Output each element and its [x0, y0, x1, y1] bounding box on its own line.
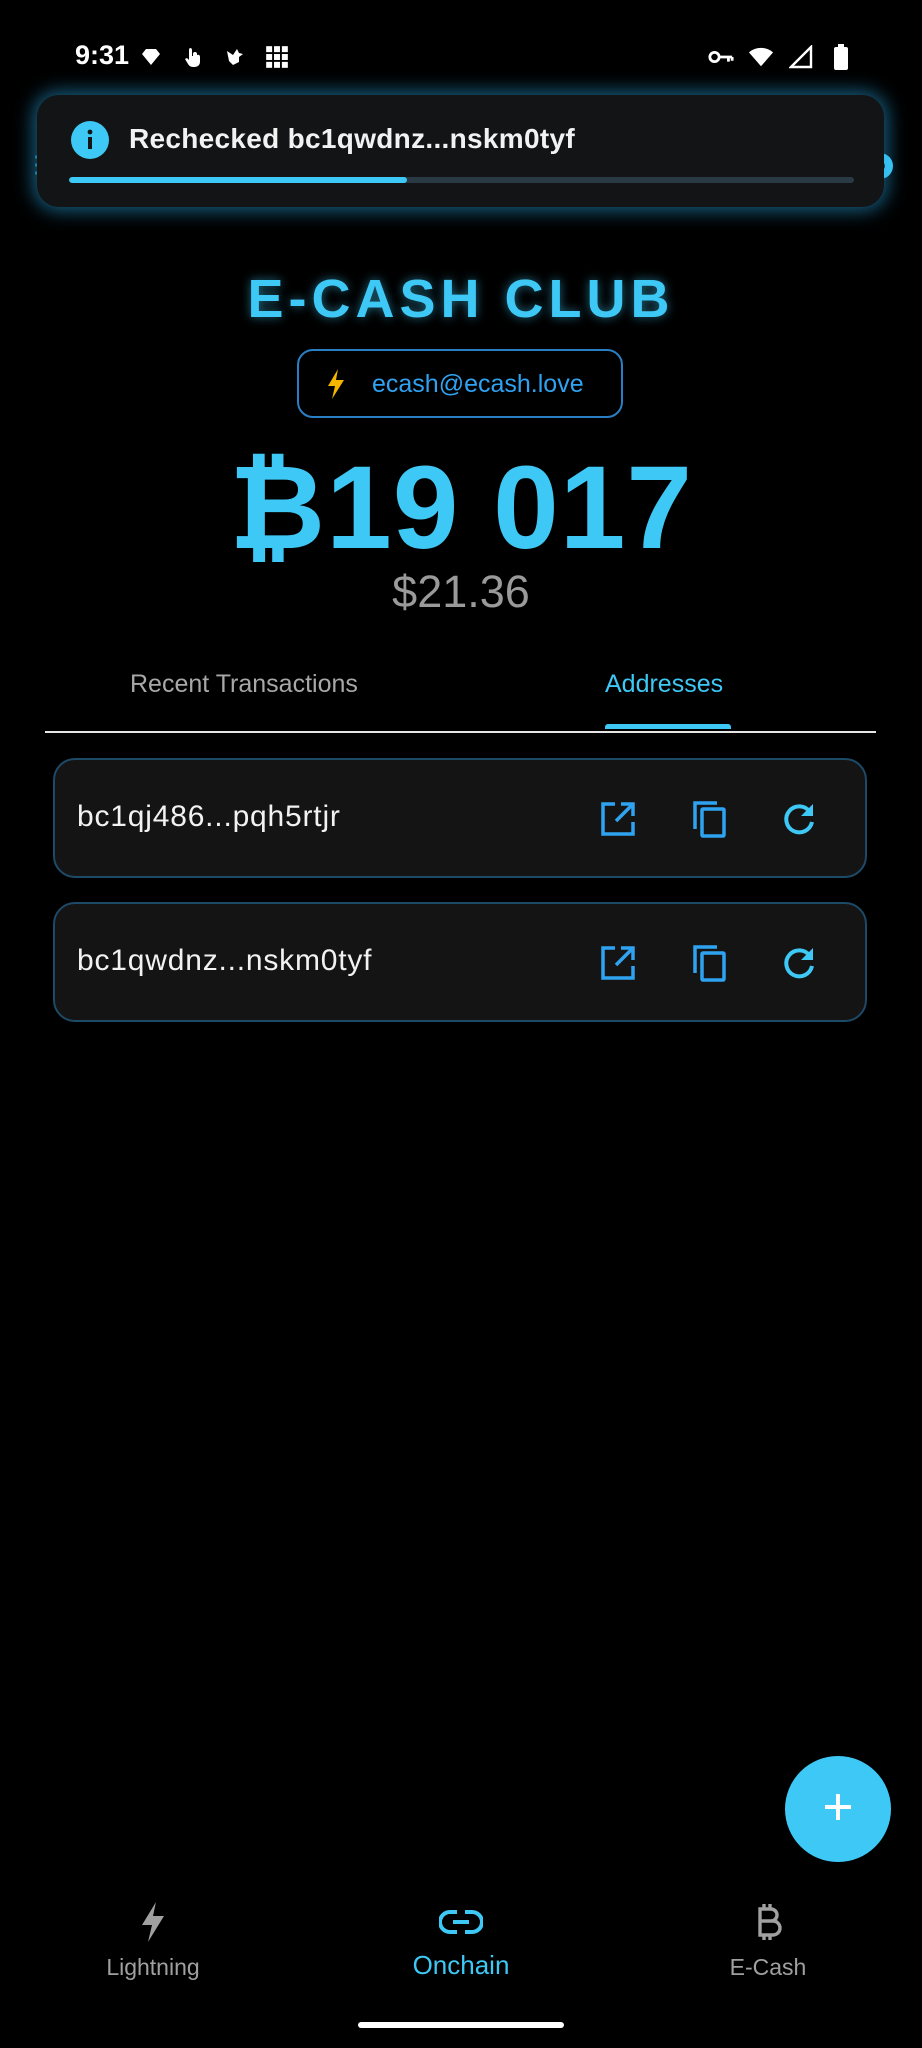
lightning-address-button[interactable]: ecash@ecash.love: [297, 349, 623, 418]
fiat-balance: $21.36: [392, 566, 530, 617]
link-icon: [439, 1900, 483, 1944]
nav-ecash[interactable]: E-Cash: [668, 1900, 868, 1981]
refresh-icon[interactable]: [778, 798, 820, 840]
nav-onchain-label: Onchain: [412, 1950, 510, 1980]
toast-progress-bar: [69, 177, 854, 183]
vpn-key-icon: [708, 44, 734, 70]
status-system-icons: [708, 44, 854, 70]
toast-message: Rechecked bc1qwdnz...nskm0tyf: [129, 123, 575, 154]
recheck-toast: Rechecked bc1qwdnz...nskm0tyf: [37, 95, 884, 207]
signal-icon: [788, 44, 814, 70]
lightning-bolt-icon: [131, 1900, 175, 1944]
app-title: E-CASH CLUB: [247, 269, 675, 329]
address-text[interactable]: bc1qwdnz...nskm0tyf: [77, 944, 372, 978]
toast-progress-fill: [69, 177, 407, 183]
bitcoin-icon: [746, 1900, 790, 1944]
lightning-bolt-icon: [325, 369, 347, 399]
nav-ecash-label: E-Cash: [729, 1954, 807, 1980]
tab-recent-transactions[interactable]: Recent Transactions: [130, 670, 358, 699]
nav-onchain[interactable]: Onchain: [361, 1900, 561, 1981]
balance-amount: ₿19 017: [228, 442, 694, 574]
status-time: 9:31: [75, 40, 130, 70]
diamond-icon: [138, 44, 164, 70]
battery-icon: [828, 44, 854, 70]
status-notification-icons: [138, 44, 290, 70]
tab-bar: Recent Transactions Addresses: [45, 640, 876, 733]
nav-lightning[interactable]: Lightning: [53, 1900, 253, 1981]
grid-icon: [264, 44, 290, 70]
bird-icon: [222, 44, 248, 70]
copy-icon[interactable]: [688, 942, 730, 984]
address-text[interactable]: bc1qj486...pqh5rtjr: [77, 800, 341, 834]
open-external-icon[interactable]: [597, 798, 639, 840]
gesture-bar[interactable]: [358, 2022, 564, 2028]
touch-icon: [180, 44, 206, 70]
copy-icon[interactable]: [688, 798, 730, 840]
tab-addresses[interactable]: Addresses: [605, 670, 723, 699]
nav-lightning-label: Lightning: [106, 1954, 200, 1980]
add-address-button[interactable]: [785, 1756, 891, 1862]
refresh-icon[interactable]: [778, 942, 820, 984]
active-tab-indicator: [605, 724, 731, 729]
info-icon: [71, 121, 109, 159]
address-card: bc1qwdnz...nskm0tyf: [53, 902, 867, 1022]
open-external-icon[interactable]: [597, 942, 639, 984]
address-card: bc1qj486...pqh5rtjr: [53, 758, 867, 878]
wifi-icon: [748, 44, 774, 70]
plus-icon: [821, 1790, 855, 1829]
lightning-address: ecash@ecash.love: [372, 370, 584, 398]
